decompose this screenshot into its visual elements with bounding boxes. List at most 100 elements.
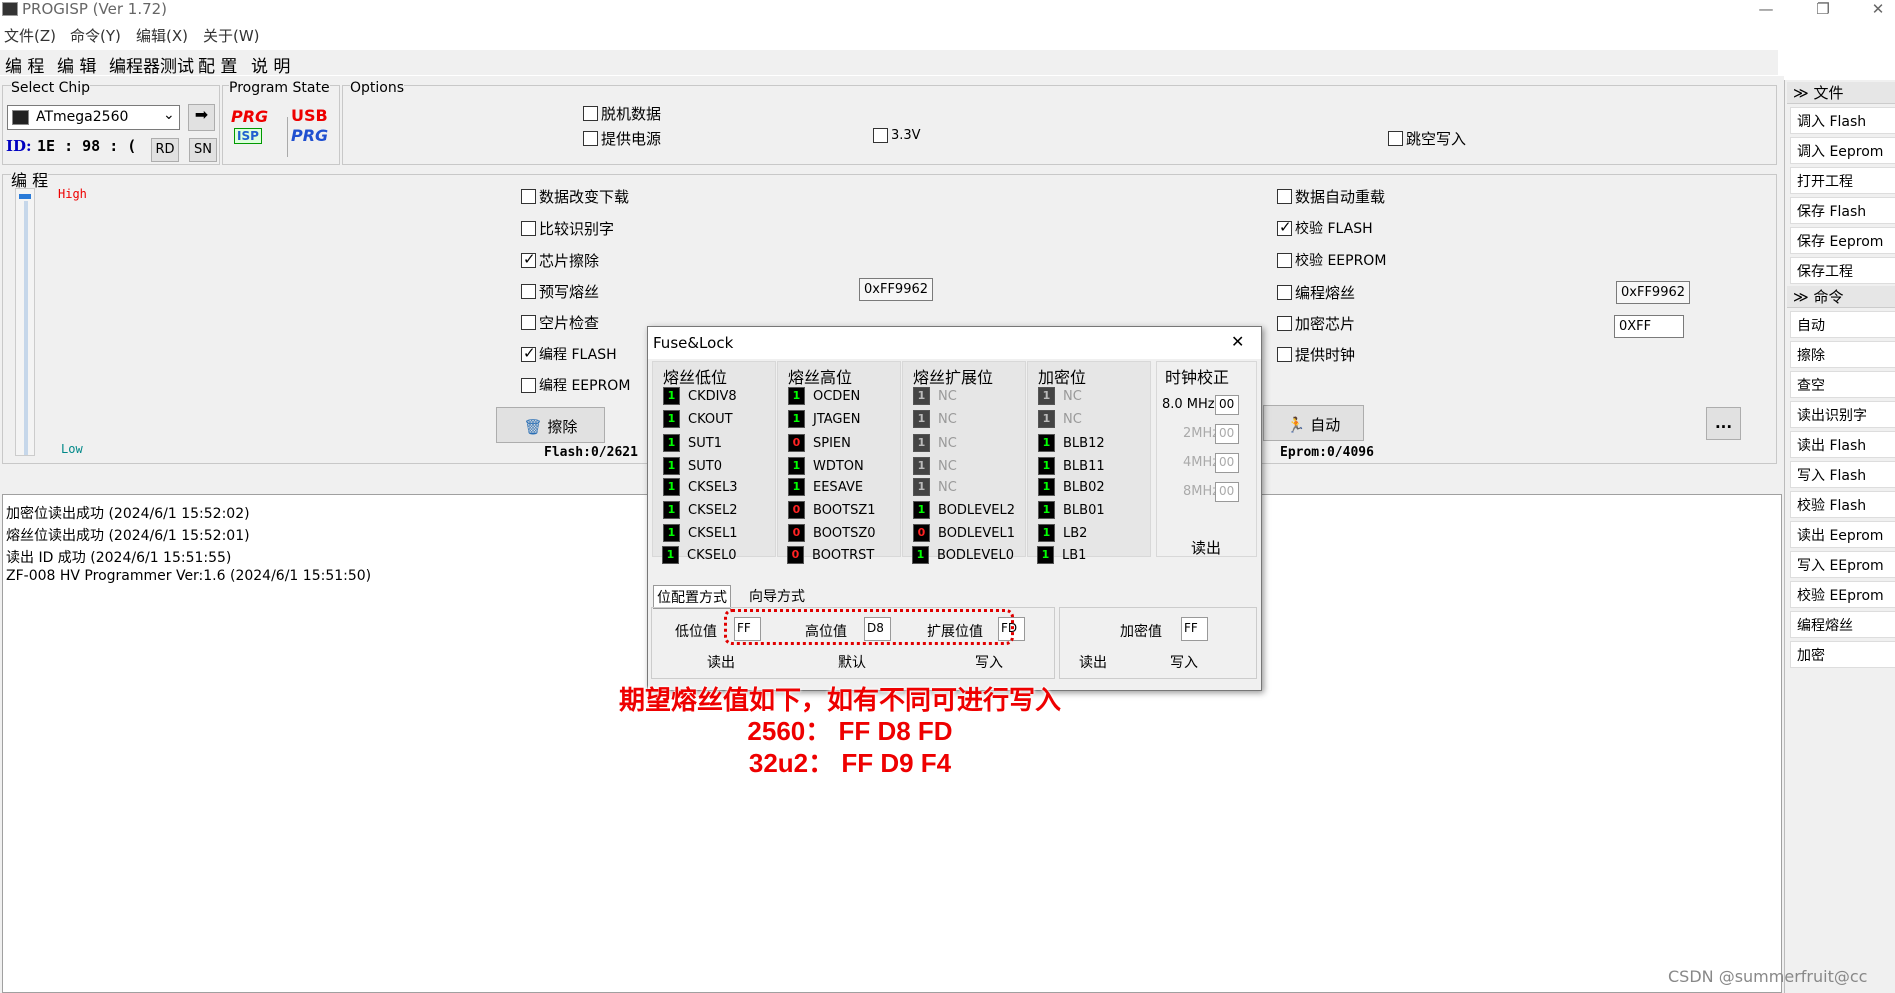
save-flash-item[interactable]: 保存 Flash <box>1790 197 1895 224</box>
cmd-write-flash[interactable]: 写入 Flash <box>1790 461 1895 488</box>
tab-wizard[interactable]: 向导方式 <box>746 585 808 607</box>
chip-erase-checkbox[interactable]: 芯片擦除 <box>521 250 599 271</box>
minimize-button[interactable]: — <box>1748 0 1784 20</box>
blank-check-checkbox[interactable]: 空片检查 <box>521 312 599 333</box>
read-id-button[interactable]: RD <box>151 138 179 162</box>
cmd-read-signature[interactable]: 读出识别字 <box>1790 401 1895 428</box>
verify-eeprom-checkbox[interactable]: 校验 EEPROM <box>1277 250 1386 270</box>
tab-config[interactable]: 配 置 <box>198 52 237 77</box>
fuse-bit-row[interactable]: 1 EESAVE <box>788 477 863 497</box>
program-flash-checkbox[interactable]: 编程 FLASH <box>521 344 617 364</box>
menu-command[interactable]: 命令(Y) <box>70 25 121 46</box>
restore-button[interactable]: ❐ <box>1805 0 1841 20</box>
fuse-bit-row[interactable]: 1 BLB02 <box>1038 477 1105 497</box>
prewrite-fuse-value[interactable]: 0xFF9962 <box>859 278 933 301</box>
group-file[interactable]: ≫ 文件 <box>1787 82 1895 104</box>
data-change-download-checkbox[interactable]: 数据改变下载 <box>521 186 629 207</box>
fuse-bit-row[interactable]: 1 BLB11 <box>1038 456 1105 476</box>
load-eeprom-item[interactable]: 调入 Eeprom <box>1790 137 1895 164</box>
cmd-verify-flash[interactable]: 校验 Flash <box>1790 491 1895 518</box>
fuse-bit-row[interactable]: 1 CKOUT <box>663 409 733 429</box>
3v3-checkbox[interactable]: 3.3V <box>873 128 921 143</box>
fuse-bit-row[interactable]: 0 SPIEN <box>788 433 851 453</box>
cmd-auto[interactable]: 自动 <box>1790 311 1895 338</box>
prewrite-fuse-checkbox[interactable]: 预写熔丝 <box>521 281 599 302</box>
clock-read-button[interactable]: 读出 <box>1191 537 1221 558</box>
save-eeprom-item[interactable]: 保存 Eeprom <box>1790 227 1895 254</box>
cmd-program-fuse[interactable]: 编程熔丝 <box>1790 611 1895 638</box>
fuse-bit-row[interactable]: 1 LB1 <box>1037 545 1086 565</box>
fuse-bit-row[interactable]: 1 CKDIV8 <box>663 386 737 406</box>
cmd-erase[interactable]: 擦除 <box>1790 341 1895 368</box>
chip-select[interactable]: ATmega2560 ⌄ <box>7 105 180 130</box>
fuse-bit-row[interactable]: 0 BOOTSZ0 <box>788 523 876 543</box>
auto-button[interactable]: 🏃 自动 <box>1263 405 1364 441</box>
program-fuse-checkbox[interactable]: 编程熔丝 <box>1277 282 1355 303</box>
fuse-bit-row[interactable]: 1 LB2 <box>1038 523 1087 543</box>
group-command[interactable]: ≫ 命令 <box>1787 286 1895 308</box>
cmd-read-eeprom[interactable]: 读出 Eeprom <box>1790 521 1895 548</box>
slider-thumb[interactable] <box>19 194 31 199</box>
provide-clock-checkbox[interactable]: 提供时钟 <box>1277 344 1355 365</box>
tab-edit[interactable]: 编 辑 <box>57 52 96 77</box>
fuse-bit-row[interactable]: 1 BODLEVEL0 <box>912 545 1014 565</box>
fuse-bit-row[interactable]: 1 WDTON <box>788 456 864 476</box>
cmd-read-flash[interactable]: 读出 Flash <box>1790 431 1895 458</box>
cmd-lock[interactable]: 加密 <box>1790 641 1895 668</box>
lock-read-button[interactable]: 读出 <box>1079 652 1107 672</box>
cmd-write-eeprom[interactable]: 写入 EEprom <box>1790 551 1895 578</box>
fuse-read-button[interactable]: 读出 <box>707 652 735 672</box>
more-button[interactable]: ... <box>1706 407 1741 440</box>
lock-chip-checkbox[interactable]: 加密芯片 <box>1277 313 1355 334</box>
compare-signature-checkbox[interactable]: 比较识别字 <box>521 218 614 239</box>
fuse-value-field[interactable]: 0xFF9962 <box>1616 281 1690 304</box>
cmd-blank-check[interactable]: 查空 <box>1790 371 1895 398</box>
tab-help[interactable]: 说 明 <box>251 52 290 77</box>
fuse-bit-row[interactable]: 1 OCDEN <box>788 386 860 406</box>
menu-file[interactable]: 文件(Z) <box>4 25 56 46</box>
fuse-bit-row[interactable]: 0 BOOTRST <box>787 545 874 565</box>
fuse-bit-row[interactable]: 1 BLB12 <box>1038 433 1105 453</box>
fuse-bit-row[interactable]: 1 SUT1 <box>663 433 722 453</box>
fuse-bit-row[interactable]: 0 BODLEVEL1 <box>913 523 1015 543</box>
supply-power-checkbox[interactable]: 提供电源 <box>583 128 661 149</box>
auto-reload-checkbox[interactable]: 数据自动重载 <box>1277 186 1385 207</box>
chip-go-button[interactable]: ➡ <box>188 104 215 131</box>
fuse-bit-row[interactable]: 1 BODLEVEL2 <box>913 500 1015 520</box>
open-project-item[interactable]: 打开工程 <box>1790 167 1895 194</box>
program-eeprom-checkbox[interactable]: 编程 EEPROM <box>521 375 630 395</box>
load-flash-item[interactable]: 调入 Flash <box>1790 107 1895 134</box>
high-label: High <box>58 187 87 201</box>
dialog-close-button[interactable]: ✕ <box>1231 332 1244 351</box>
progress-slider[interactable] <box>15 188 35 456</box>
tab-program[interactable]: 编 程 <box>5 52 44 77</box>
offline-data-checkbox[interactable]: 脱机数据 <box>583 103 661 124</box>
close-button[interactable]: ✕ <box>1860 0 1895 20</box>
fuse-bit-row: 1 NC <box>1038 386 1082 406</box>
fuse-write-button[interactable]: 写入 <box>975 652 1003 672</box>
tab-programmer-test[interactable]: 编程器测试 <box>109 52 194 77</box>
fuse-bit-row[interactable]: 1 CKSEL0 <box>662 545 737 565</box>
save-project-item[interactable]: 保存工程 <box>1790 257 1895 284</box>
fuse-bit-row[interactable]: 1 BLB01 <box>1038 500 1105 520</box>
cmd-verify-eeprom[interactable]: 校验 EEprom <box>1790 581 1895 608</box>
lock-write-button[interactable]: 写入 <box>1170 652 1198 672</box>
sn-button[interactable]: SN <box>189 138 217 162</box>
clock-value-field[interactable]: 00 <box>1215 395 1239 415</box>
fuse-bit-row[interactable]: 1 CKSEL3 <box>663 477 738 497</box>
lock-value-field[interactable]: FF <box>1181 617 1208 641</box>
fuse-bit-row[interactable]: 1 SUT0 <box>663 456 722 476</box>
lock-value-field[interactable]: 0XFF <box>1614 315 1684 338</box>
fuse-bit-row[interactable]: 1 CKSEL1 <box>663 523 738 543</box>
menu-edit[interactable]: 编辑(X) <box>136 25 188 46</box>
fuse-bit-row[interactable]: 1 JTAGEN <box>788 409 860 429</box>
fuse-bit-row[interactable]: 1 CKSEL2 <box>663 500 738 520</box>
dialog-title: Fuse&Lock <box>653 334 734 352</box>
skip-empty-checkbox[interactable]: 跳空写入 <box>1388 128 1466 149</box>
verify-flash-checkbox[interactable]: 校验 FLASH <box>1277 218 1373 238</box>
fuse-bit-row[interactable]: 0 BOOTSZ1 <box>788 500 876 520</box>
menu-about[interactable]: 关于(W) <box>203 25 260 46</box>
tab-bit-config[interactable]: 位配置方式 <box>653 585 731 609</box>
erase-button[interactable]: 🗑 擦除 <box>496 407 605 443</box>
fuse-default-button[interactable]: 默认 <box>838 652 866 672</box>
